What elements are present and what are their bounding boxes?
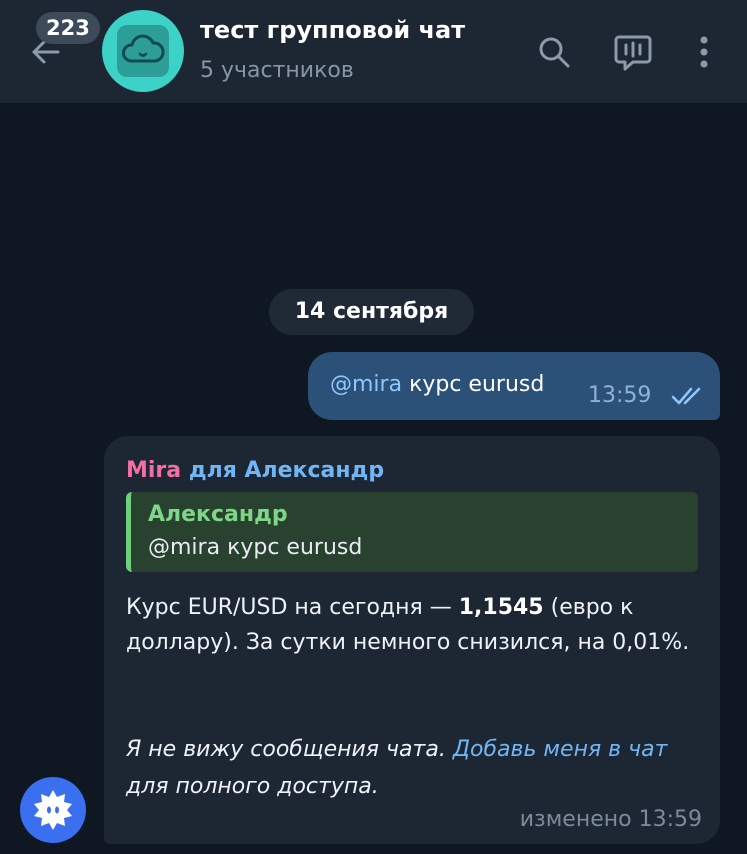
note-suffix: для полного доступа. [126, 774, 379, 799]
more-options-button[interactable] [684, 32, 724, 72]
edited-label: изменено [519, 807, 632, 832]
outgoing-message-text: @mira курс eurusd [330, 372, 544, 397]
outgoing-message-time: 13:59 [588, 383, 652, 408]
rate-value: 1,1545 [458, 595, 544, 620]
members-count[interactable]: 5 участников [200, 58, 354, 83]
note-prefix: Я не вижу сообщения чата. [126, 737, 453, 762]
voice-chat-button[interactable] [613, 32, 653, 72]
chat-title[interactable]: тест групповой чат [200, 16, 465, 44]
double-check-icon [671, 387, 701, 405]
reply-author: Александр [148, 502, 288, 527]
access-note: Я не вижу сообщения чата. Добавь меня в … [126, 731, 698, 805]
search-icon [539, 37, 570, 68]
bot-avatar[interactable] [20, 777, 86, 843]
reply-quote[interactable]: Александр @mira курс eurusd [126, 492, 698, 572]
reply-text: @mira курс eurusd [148, 535, 363, 560]
search-button[interactable] [534, 32, 574, 72]
message-body: Курс EUR/USD на сегодня — 1,1545 (евро к… [126, 590, 698, 660]
chat-header: 223 тест групповой чат 5 участников [0, 0, 747, 104]
voice-chat-icon [614, 35, 652, 71]
body-prefix: Курс EUR/USD на сегодня — [126, 595, 459, 620]
incoming-time-value: 13:59 [638, 807, 702, 832]
incoming-message-time: изменено 13:59 [520, 807, 702, 832]
recipient-label[interactable]: для Александр [189, 458, 384, 483]
outgoing-message[interactable]: @mira курс eurusd 13:59 [308, 352, 720, 420]
outgoing-message-body: курс eurusd [402, 372, 545, 397]
more-vertical-icon [700, 36, 708, 68]
unread-count-badge: 223 [36, 12, 100, 44]
add-to-chat-link[interactable]: Добавь меня в чат [453, 737, 668, 762]
sender-line: Mira для Александр [126, 458, 384, 483]
date-separator: 14 сентября [269, 289, 474, 335]
chat-avatar[interactable] [102, 10, 184, 92]
bot-face-icon [34, 790, 72, 830]
incoming-message[interactable]: Mira для Александр Александр @mira курс … [104, 436, 720, 844]
sender-name[interactable]: Mira [126, 458, 181, 483]
mention-link[interactable]: @mira [330, 372, 402, 397]
cloud-avatar-icon [117, 25, 169, 77]
